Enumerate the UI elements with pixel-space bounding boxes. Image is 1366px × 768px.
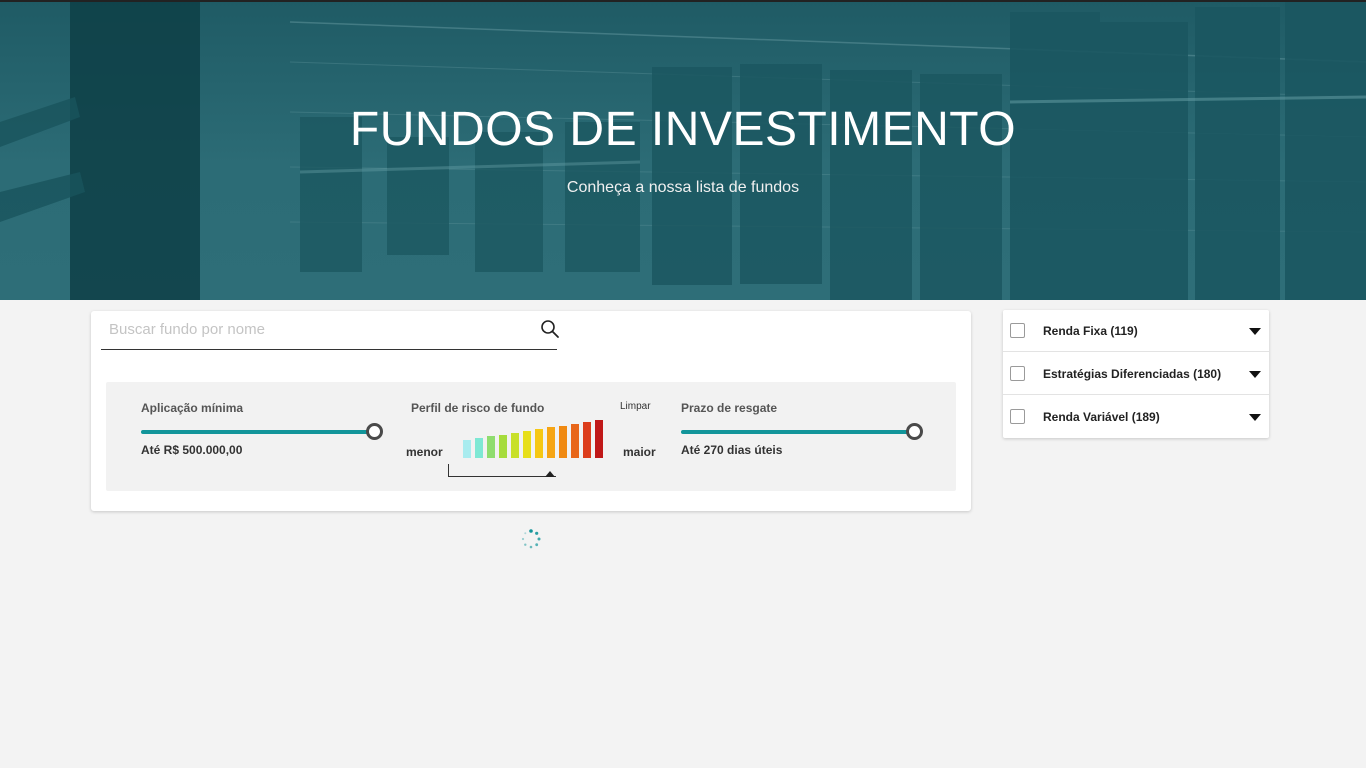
aplicacao-minima-slider-thumb[interactable] xyxy=(366,423,383,440)
risk-level-bar[interactable] xyxy=(595,420,603,458)
category-checkbox[interactable] xyxy=(1010,409,1025,424)
prazo-resgate-label: Prazo de resgate xyxy=(681,401,778,415)
category-item-estrategias-diferenciadas[interactable]: Estratégias Diferenciadas (180) xyxy=(1003,353,1269,395)
prazo-resgate-value: Até 270 dias úteis xyxy=(681,443,783,457)
category-label: Renda Fixa (119) xyxy=(1043,324,1138,338)
risk-high-label: maior xyxy=(623,445,656,459)
category-item-renda-fixa[interactable]: Renda Fixa (119) xyxy=(1003,310,1269,352)
risk-selector-arrow-icon[interactable] xyxy=(545,471,555,477)
risk-level-bar[interactable] xyxy=(475,438,483,458)
category-filter-panel: Renda Fixa (119) Estratégias Diferenciad… xyxy=(1003,310,1269,438)
perfil-risco-label: Perfil de risco de fundo xyxy=(411,401,545,415)
limpar-button[interactable]: Limpar xyxy=(620,401,651,412)
prazo-resgate-slider-thumb[interactable] xyxy=(906,423,923,440)
risk-level-bars[interactable] xyxy=(463,420,603,458)
filter-card: Aplicação mínima Até R$ 500.000,00 Perfi… xyxy=(91,311,971,511)
category-checkbox[interactable] xyxy=(1010,323,1025,338)
aplicacao-minima-label: Aplicação mínima xyxy=(141,401,244,415)
hero-banner: FUNDOS DE INVESTIMENTO Conheça a nossa l… xyxy=(0,0,1366,300)
risk-low-label: menor xyxy=(406,445,443,459)
prazo-resgate-slider-track[interactable] xyxy=(681,430,913,434)
aplicacao-minima-value: Até R$ 500.000,00 xyxy=(141,443,243,457)
loading-spinner-icon xyxy=(521,529,541,549)
search-icon[interactable] xyxy=(540,319,560,339)
risk-level-bar[interactable] xyxy=(547,427,555,458)
category-label: Estratégias Diferenciadas (180) xyxy=(1043,367,1222,381)
risk-level-bar[interactable] xyxy=(571,423,579,458)
category-label: Renda Variável (189) xyxy=(1043,410,1160,424)
category-checkbox[interactable] xyxy=(1010,366,1025,381)
search-input[interactable] xyxy=(109,318,519,340)
risk-level-bar[interactable] xyxy=(487,436,495,458)
caret-down-icon[interactable] xyxy=(1249,328,1261,335)
search-bar xyxy=(101,311,560,350)
risk-level-bar[interactable] xyxy=(499,434,507,458)
risk-level-bar[interactable] xyxy=(535,429,543,458)
category-item-renda-variavel[interactable]: Renda Variável (189) xyxy=(1003,396,1269,438)
risk-level-bar[interactable] xyxy=(463,440,471,458)
risk-level-bar[interactable] xyxy=(511,432,519,458)
risk-level-bar[interactable] xyxy=(559,425,567,458)
page-subtitle: Conheça a nossa lista de fundos xyxy=(566,179,800,196)
caret-down-icon[interactable] xyxy=(1249,414,1261,421)
caret-down-icon[interactable] xyxy=(1249,371,1261,378)
risk-range-indicator xyxy=(448,464,556,477)
page-title: FUNDOS DE INVESTIMENTO xyxy=(349,103,1017,156)
aplicacao-minima-slider-track[interactable] xyxy=(141,430,373,434)
risk-level-bar[interactable] xyxy=(523,431,531,458)
risk-level-bar[interactable] xyxy=(583,422,591,458)
filters-panel: Aplicação mínima Até R$ 500.000,00 Perfi… xyxy=(106,382,956,491)
